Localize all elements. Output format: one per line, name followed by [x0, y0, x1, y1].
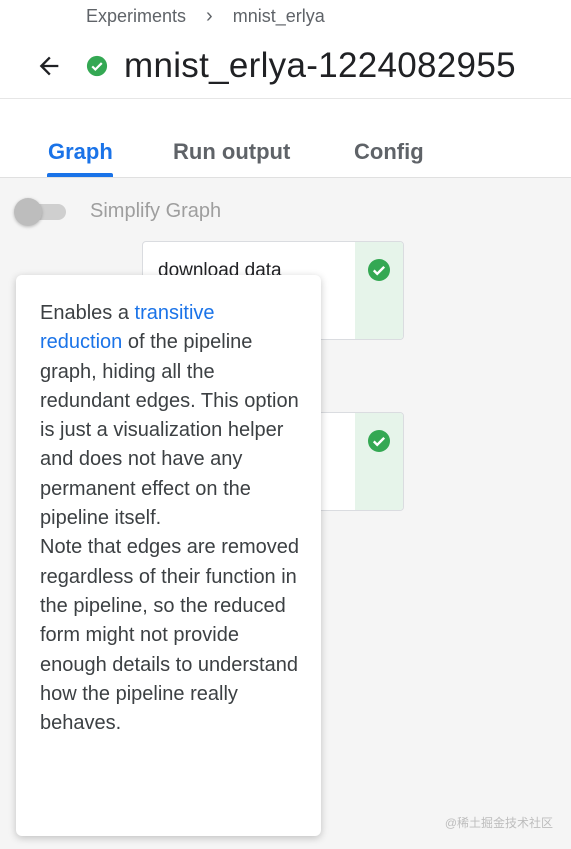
- tooltip-paragraph-2: Note that edges are removed regardless o…: [40, 536, 300, 735]
- active-tab-indicator: [47, 173, 113, 177]
- tab-graph[interactable]: Graph: [48, 139, 113, 165]
- breadcrumb-separator: ›: [206, 5, 213, 27]
- toggle-switch[interactable]: [14, 197, 66, 226]
- page-header: Experiments › mnist_erlya mnist_erlya-12…: [0, 0, 571, 99]
- breadcrumb: Experiments › mnist_erlya: [86, 5, 325, 28]
- arrow-left-icon: [39, 56, 59, 76]
- node-status-strip: [355, 242, 403, 339]
- simplify-graph-tooltip: Enables a transitive reduction of the pi…: [16, 275, 321, 836]
- title-row: mnist_erlya-1224082955: [34, 46, 516, 86]
- tab-bar: Graph Run output Config: [0, 99, 571, 178]
- breadcrumb-experiment[interactable]: mnist_erlya: [233, 6, 325, 27]
- tab-config[interactable]: Config: [354, 139, 424, 165]
- toggle-thumb[interactable]: [14, 197, 42, 226]
- check-circle-icon: [368, 430, 390, 452]
- simplify-graph-label: Simplify Graph: [90, 200, 222, 222]
- breadcrumb-experiments[interactable]: Experiments: [86, 6, 186, 27]
- simplify-graph-toggle[interactable]: Simplify Graph: [14, 197, 222, 226]
- tooltip-prefix: Enables a: [40, 302, 135, 324]
- check-circle-icon: [86, 55, 108, 77]
- check-circle-icon: [368, 259, 390, 281]
- tooltip-paragraph-1: Enables a transitive reduction of the pi…: [40, 299, 301, 533]
- back-button[interactable]: [34, 51, 64, 81]
- tooltip-text: of the pipeline graph, hiding all the re…: [40, 331, 299, 530]
- page-title: mnist_erlya-1224082955: [124, 46, 516, 85]
- tab-run-output[interactable]: Run output: [173, 139, 290, 165]
- watermark: @稀土掘金技术社区: [444, 816, 553, 830]
- node-status-strip: [355, 413, 403, 510]
